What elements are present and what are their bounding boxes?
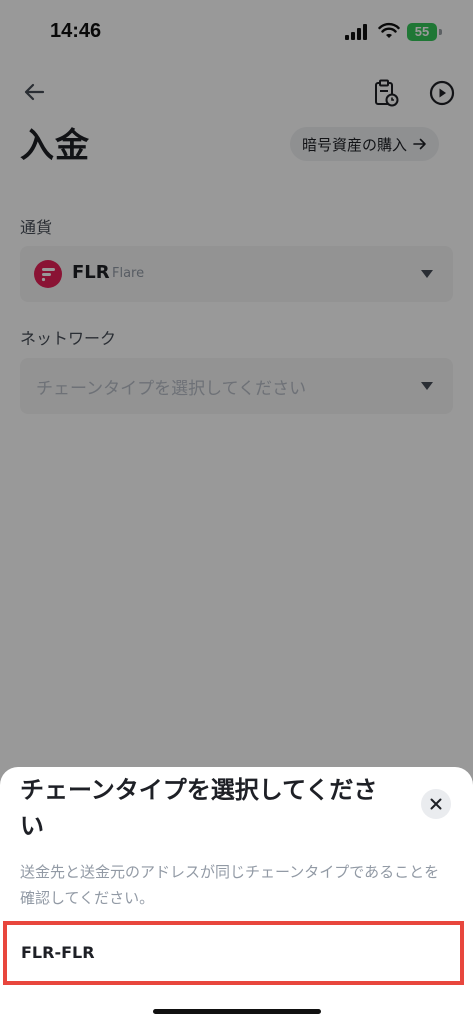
- chain-type-sheet: チェーンタイプを選択してください 送金先と送金元のアドレスが同じチェーンタイプで…: [0, 767, 473, 1024]
- sheet-description: 送金先と送金元のアドレスが同じチェーンタイプであることを確認してください。: [20, 863, 440, 907]
- chain-option-flr[interactable]: FLR-FLR: [3, 921, 464, 985]
- close-icon: [430, 798, 442, 810]
- home-indicator: [153, 1009, 321, 1014]
- close-button[interactable]: [421, 789, 451, 819]
- chain-option-label: FLR-FLR: [21, 943, 95, 962]
- sheet-title: チェーンタイプを選択してください: [20, 776, 378, 840]
